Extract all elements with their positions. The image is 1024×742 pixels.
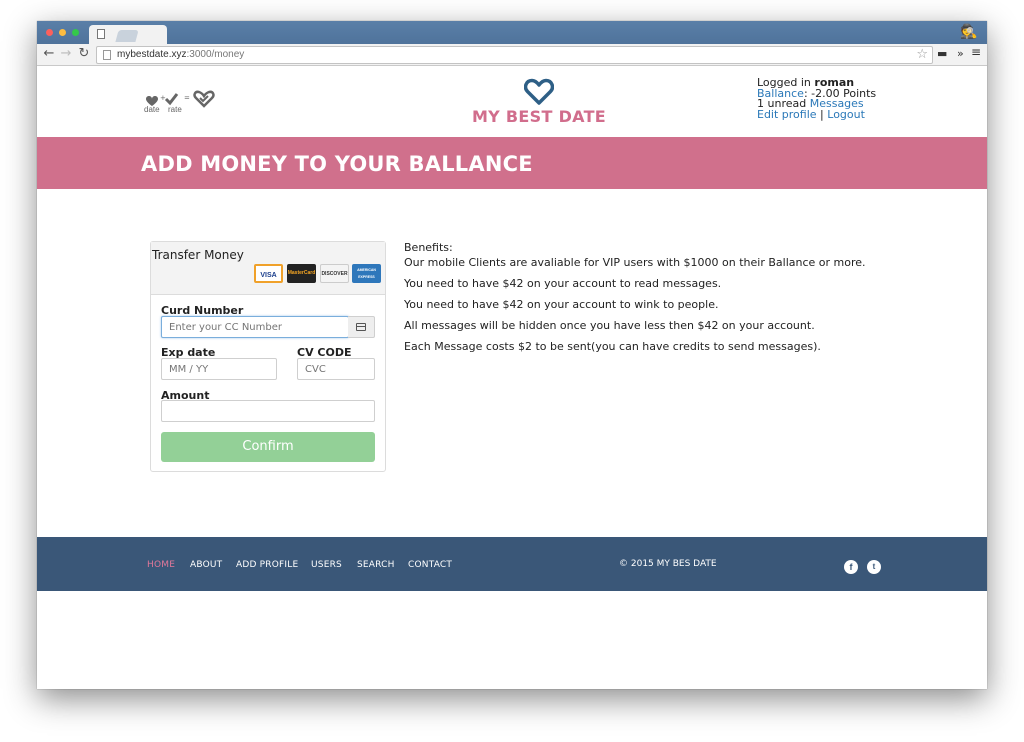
link-separator: | (820, 107, 824, 121)
mastercard-card-icon: MasterCard (287, 264, 316, 283)
benefit-line: You need to have $42 on your account to … (404, 298, 719, 311)
page-viewport: + = date rate MY BEST DATE Logged in rom… (37, 67, 987, 689)
footer-nav-about[interactable]: ABOUT (190, 560, 222, 570)
logo-equals-sign: = (184, 94, 190, 102)
url-host: mybestdate.xyz (117, 49, 187, 60)
page-banner: ADD MONEY TO YOUR BALLANCE (37, 137, 987, 189)
new-tab-button[interactable] (115, 30, 139, 42)
logo-plus-sign: + (160, 94, 166, 102)
logo-rate-caption: rate (168, 105, 182, 114)
benefits-heading: Benefits: (404, 241, 453, 254)
extensions-overflow-icon[interactable]: » (957, 47, 964, 60)
reload-button[interactable]: ↻ (76, 46, 92, 62)
cvc-input[interactable] (297, 358, 375, 380)
exp-date-input[interactable] (161, 358, 277, 380)
edit-profile-link[interactable]: Edit profile (757, 108, 817, 121)
visa-card-icon: VISA (254, 264, 283, 283)
page-icon (97, 29, 105, 39)
logout-link[interactable]: Logout (827, 108, 865, 121)
url-text: mybestdate.xyz:3000/money (117, 49, 244, 60)
forward-button[interactable]: → (58, 46, 74, 62)
footer-nav-search[interactable]: SEARCH (357, 560, 395, 570)
browser-window: 🕵 ← → ↻ mybestdate.xyz:3000/money ☆ ▬ » … (37, 21, 987, 689)
page-title: ADD MONEY TO YOUR BALLANCE (141, 152, 533, 176)
footer-nav-users[interactable]: USERS (311, 560, 342, 570)
card-number-addon (348, 316, 375, 338)
footer-nav-contact[interactable]: CONTACT (408, 560, 452, 570)
extension-mask-icon[interactable]: ▬ (937, 47, 947, 60)
footer-nav-add-profile[interactable]: ADD PROFILE (236, 560, 298, 570)
user-panel: Logged in roman Ballance: -2.00 Points 1… (757, 77, 876, 121)
payment-form-card: Transfer Money VISA MasterCard DISCOVER … (150, 241, 386, 472)
footer-nav-home[interactable]: HOME (147, 560, 175, 570)
facebook-icon[interactable]: f (844, 560, 858, 574)
discover-card-icon: DISCOVER (320, 264, 349, 283)
back-button[interactable]: ← (41, 46, 57, 62)
zoom-window-button[interactable] (72, 29, 79, 36)
incognito-icon: 🕵 (960, 24, 978, 40)
close-window-button[interactable] (46, 29, 53, 36)
menu-icon[interactable]: ≡ (971, 45, 981, 59)
benefit-line: Our mobile Clients are avaliable for VIP… (404, 256, 866, 269)
benefit-line: You need to have $42 on your account to … (404, 277, 722, 290)
site-header: + = date rate MY BEST DATE Logged in rom… (37, 67, 987, 136)
site-footer: HOME ABOUT ADD PROFILE USERS SEARCH CONT… (37, 537, 987, 591)
brand-heart-icon[interactable] (524, 78, 554, 106)
bookmark-star-icon[interactable]: ☆ (916, 47, 928, 62)
payment-form-title: Transfer Money (152, 248, 244, 262)
brand-name[interactable]: MY BEST DATE (457, 107, 621, 126)
browser-tab-bar: 🕵 (37, 21, 987, 44)
browser-toolbar: ← → ↻ mybestdate.xyz:3000/money ☆ ▬ » ≡ (37, 44, 987, 66)
confirm-button[interactable]: Confirm (161, 432, 375, 462)
url-path: :3000/money (186, 49, 245, 60)
credit-card-icon (356, 323, 366, 331)
twitter-icon[interactable]: t (867, 560, 881, 574)
amount-input[interactable] (161, 400, 375, 422)
payment-form-header: Transfer Money VISA MasterCard DISCOVER … (151, 242, 385, 295)
amex-card-icon: AMERICAN EXPRESS (352, 264, 381, 283)
page-info-icon (103, 50, 111, 60)
address-bar[interactable]: mybestdate.xyz:3000/money ☆ (96, 46, 933, 64)
benefit-line: Each Message costs $2 to be sent(you can… (404, 340, 821, 353)
date-rate-logo[interactable]: + = date rate (144, 89, 218, 117)
logo-date-caption: date (144, 105, 160, 114)
copyright-text: © 2015 MY BES DATE (619, 559, 717, 569)
card-number-input[interactable] (161, 316, 349, 338)
benefit-line: All messages will be hidden once you hav… (404, 319, 815, 332)
minimize-window-button[interactable] (59, 29, 66, 36)
